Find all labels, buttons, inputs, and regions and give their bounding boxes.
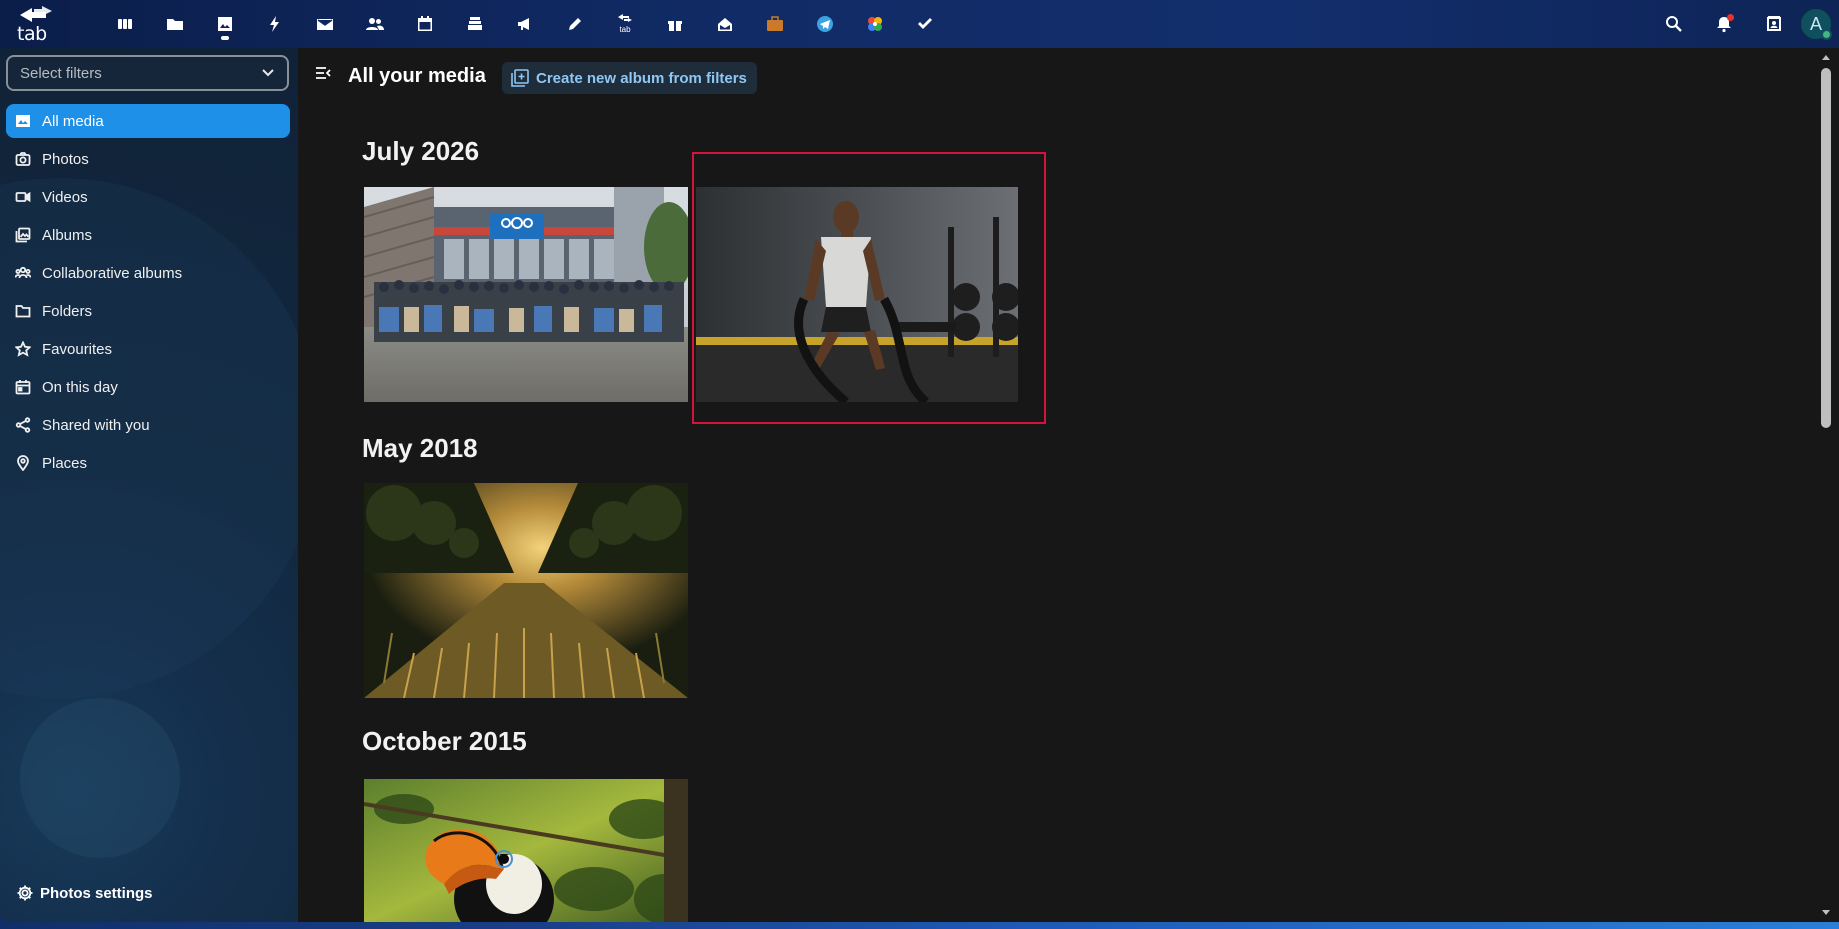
files-icon[interactable] — [150, 0, 200, 48]
sidebar-item-label: Shared with you — [42, 416, 150, 434]
share-icon — [14, 416, 32, 434]
albums-icon — [14, 226, 32, 244]
sidebar-item-label: All media — [42, 112, 104, 130]
people-icon — [14, 264, 32, 282]
photo-thumbnail[interactable] — [364, 483, 688, 698]
sidebar-item-on-this-day[interactable]: On this day — [6, 370, 290, 404]
toucan-photo-image — [364, 779, 688, 922]
calendar-icon — [14, 378, 32, 396]
filter-select[interactable]: Select filters — [6, 55, 289, 91]
folder-icon — [14, 302, 32, 320]
tab-app-label: tab — [619, 25, 631, 34]
selection-highlight — [692, 152, 1046, 424]
notes-icon[interactable] — [550, 0, 600, 48]
scroll-up-icon[interactable] — [1820, 52, 1832, 62]
active-app-indicator — [221, 36, 229, 40]
sidebar-item-label: Photos — [42, 150, 89, 168]
briefcase-icon[interactable] — [750, 0, 800, 48]
create-album-label: Create new album from filters — [536, 69, 747, 87]
section-title: July 2026 — [362, 136, 480, 166]
page-title: All your media — [348, 65, 486, 87]
header-right: A — [1649, 0, 1839, 48]
toggle-navigation-icon[interactable] — [314, 64, 332, 82]
gift-icon[interactable] — [650, 0, 700, 48]
photos-settings-button[interactable]: Photos settings — [16, 884, 153, 902]
sidebar: Select filters All media Photos Videos A… — [0, 48, 298, 922]
sidebar-decoration — [20, 698, 180, 858]
vineyard-photo-image — [364, 483, 688, 698]
image-icon — [14, 112, 32, 130]
sidebar-item-label: Folders — [42, 302, 93, 320]
pin-icon — [14, 454, 32, 472]
sidebar-item-favourites[interactable]: Favourites — [6, 332, 290, 366]
sidebar-item-photos[interactable]: Photos — [6, 142, 290, 176]
create-album-from-filters-button[interactable]: Create new album from filters — [502, 62, 757, 94]
sidebar-item-label: Albums — [42, 226, 93, 244]
section-title: October 2015 — [362, 726, 527, 756]
sidebar-item-albums[interactable]: Albums — [6, 218, 290, 252]
calendar-icon[interactable] — [400, 0, 450, 48]
photo-thumbnail[interactable] — [364, 187, 688, 402]
sidebar-item-label: On this day — [42, 378, 118, 396]
add-album-icon — [511, 69, 529, 87]
camera-icon — [14, 150, 32, 168]
filter-placeholder: Select filters — [20, 64, 102, 82]
sidebar-nav: All media Photos Videos Albums Collabora… — [6, 104, 290, 484]
sidebar-item-shared-with-you[interactable]: Shared with you — [6, 408, 290, 442]
photos-icon[interactable] — [200, 0, 250, 48]
announcements-icon[interactable] — [500, 0, 550, 48]
scrollbar-thumb[interactable] — [1821, 68, 1831, 428]
group-photo-image — [364, 187, 688, 402]
notifications-icon[interactable] — [1699, 0, 1749, 48]
scroll-down-icon[interactable] — [1820, 908, 1832, 918]
photos-settings-label: Photos settings — [40, 884, 153, 902]
pinwheel-icon[interactable] — [850, 0, 900, 48]
online-status-icon — [1821, 29, 1832, 40]
logo-text: tab — [17, 23, 47, 45]
notification-badge — [1727, 14, 1734, 21]
star-icon — [14, 340, 32, 358]
section-title: May 2018 — [362, 433, 478, 463]
sidebar-item-label: Collaborative albums — [42, 264, 183, 282]
sidebar-item-label: Videos — [42, 188, 88, 206]
video-icon — [14, 188, 32, 206]
tab-logo[interactable]: tab — [14, 4, 58, 45]
tab-app-icon[interactable]: tab — [600, 0, 650, 48]
deck-icon[interactable] — [450, 0, 500, 48]
avatar-letter: A — [1809, 13, 1822, 34]
main-content: All your media Create new album from fil… — [298, 48, 1825, 922]
sidebar-item-collaborative-albums[interactable]: Collaborative albums — [6, 256, 290, 290]
chevron-down-icon — [262, 69, 274, 77]
top-bar: tab tab A — [0, 0, 1839, 48]
sidebar-item-label: Places — [42, 454, 88, 472]
telegram-icon[interactable] — [800, 0, 850, 48]
mail-icon[interactable] — [300, 0, 350, 48]
inbox-icon[interactable] — [700, 0, 750, 48]
user-avatar[interactable]: A — [1799, 7, 1833, 41]
sidebar-item-folders[interactable]: Folders — [6, 294, 290, 328]
contacts-icon[interactable] — [350, 0, 400, 48]
contacts-menu-icon[interactable] — [1749, 0, 1799, 48]
activity-icon[interactable] — [250, 0, 300, 48]
sidebar-item-videos[interactable]: Videos — [6, 180, 290, 214]
dashboard-icon[interactable] — [100, 0, 150, 48]
app-menu: tab — [100, 0, 950, 48]
tasks-icon[interactable] — [900, 0, 950, 48]
sidebar-item-all-media[interactable]: All media — [6, 104, 290, 138]
sidebar-item-label: Favourites — [42, 340, 113, 358]
photo-thumbnail[interactable] — [364, 779, 688, 922]
sidebar-item-places[interactable]: Places — [6, 446, 290, 480]
search-icon[interactable] — [1649, 0, 1699, 48]
gear-icon — [17, 885, 33, 901]
